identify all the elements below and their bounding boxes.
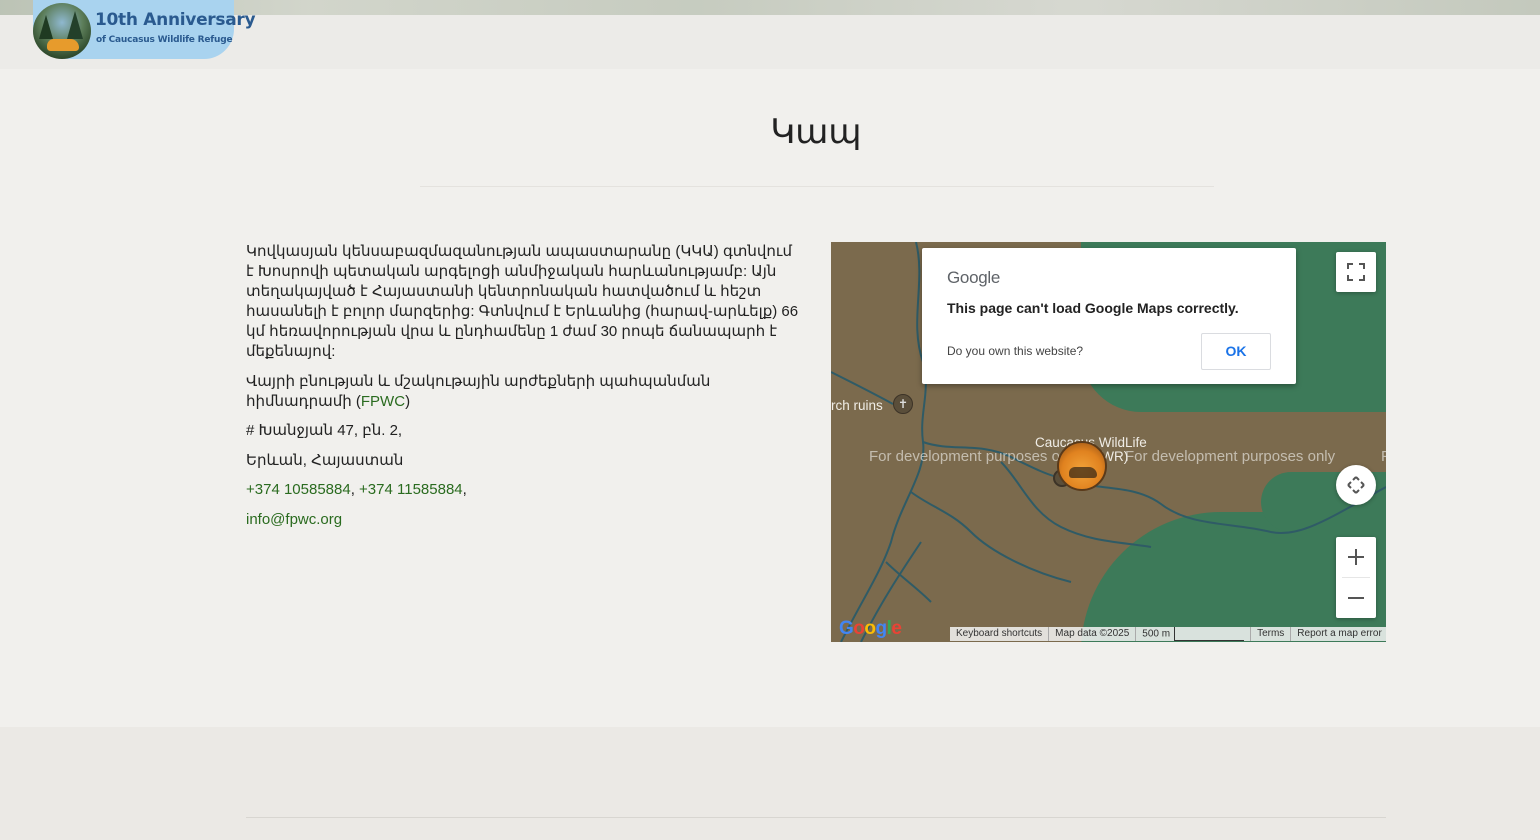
phone-link-1[interactable]: +374 10585884 (246, 481, 351, 498)
address-line-2: Երևան, Հայաստան (246, 451, 404, 469)
map-watermark: For development purposes only (869, 448, 1080, 465)
zoom-in-button[interactable] (1336, 537, 1376, 577)
minus-icon (1348, 597, 1364, 599)
organization-suffix: ) (405, 392, 411, 410)
organization-name: Վայրի բնության և մշակութային արժեքների պ… (246, 372, 711, 410)
scale-label: 500 m (1142, 628, 1171, 640)
phone-line: +374 10585884, +374 11585884, (246, 480, 801, 500)
error-message: This page can't load Google Maps correct… (947, 300, 1239, 316)
site-footer (0, 727, 1540, 840)
poi-church-ruins-label: rch ruins (831, 398, 883, 413)
google-logo: Google (947, 268, 1001, 287)
phone-link-2[interactable]: +374 11585884 (359, 481, 463, 498)
phone-trailing: , (462, 481, 467, 498)
pan-arrows-icon (1347, 476, 1365, 494)
fullscreen-icon (1347, 263, 1365, 281)
map-scale[interactable]: 500 m (1136, 627, 1252, 641)
zoom-out-button[interactable] (1336, 578, 1376, 618)
plus-icon (1348, 549, 1364, 565)
footer-divider (246, 817, 1386, 818)
scale-bar-icon (1174, 627, 1245, 641)
title-divider (420, 186, 1214, 187)
map-watermark: For development purposes only (1125, 448, 1336, 465)
contact-info: Կովկասյան կենսաբազմազանության ապաստարանը… (246, 242, 801, 539)
ownership-question: Do you own this website? (947, 344, 1084, 358)
tiger-mountain-emblem-icon (33, 3, 91, 59)
google-map[interactable]: For development purposes only For develo… (831, 242, 1386, 642)
logo-title: 10th Anniversary (95, 10, 256, 30)
phone-separator: , (350, 481, 360, 498)
fpwc-link[interactable]: FPWC (361, 393, 405, 410)
map-data-text: Map data ©2025 (1049, 627, 1137, 641)
church-icon[interactable]: ✝ (893, 394, 913, 414)
map-watermark: F (1381, 448, 1386, 465)
logo-subtitle: of Caucasus Wildlife Refuge (96, 35, 233, 45)
site-header: 10th Anniversary of Caucasus Wildlife Re… (0, 0, 1540, 69)
location-description: Կովկասյան կենսաբազմազանության ապաստարանը… (246, 243, 799, 360)
google-map-logo[interactable]: Google (839, 618, 902, 640)
report-error-link[interactable]: Report a map error (1291, 627, 1386, 641)
site-logo[interactable]: 10th Anniversary of Caucasus Wildlife Re… (33, 0, 256, 59)
terms-link[interactable]: Terms (1251, 627, 1292, 641)
map-attribution-bar: Keyboard shortcuts Map data ©2025 500 m … (950, 627, 1386, 641)
address-line-1: # Խանջյան 47, բն. 2, (246, 422, 403, 439)
page-title: Կապ (770, 112, 862, 152)
keyboard-shortcuts-link[interactable]: Keyboard shortcuts (950, 627, 1050, 641)
ok-button[interactable]: OK (1201, 333, 1271, 370)
camera-control-button[interactable] (1336, 465, 1376, 505)
email-line: info@fpwc.org (246, 510, 801, 530)
maps-error-dialog: Google This page can't load Google Maps … (922, 248, 1296, 384)
fullscreen-button[interactable] (1336, 252, 1376, 292)
refuge-marker-icon[interactable] (1057, 441, 1107, 491)
zoom-controls (1336, 537, 1376, 618)
email-link[interactable]: info@fpwc.org (246, 511, 342, 528)
organization-line: Վայրի բնության և մշակութային արժեքների պ… (246, 372, 801, 412)
